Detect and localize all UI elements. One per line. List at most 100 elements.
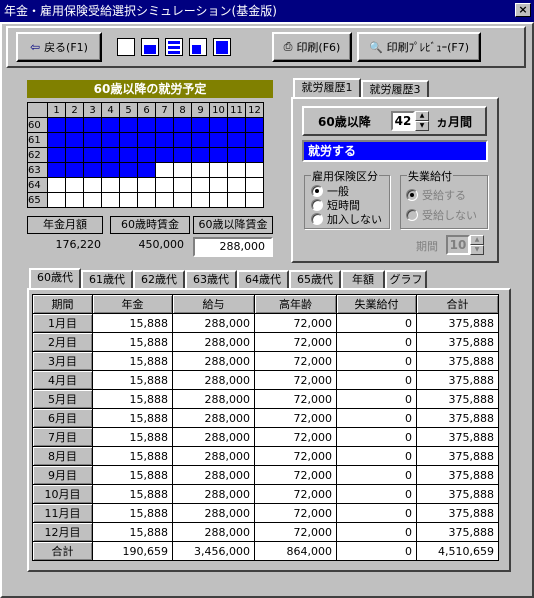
schedule-cell[interactable] bbox=[173, 162, 192, 178]
radio-receive[interactable]: 受給する bbox=[406, 187, 466, 203]
schedule-cell[interactable] bbox=[173, 192, 192, 208]
tab-history-3[interactable]: 就労履歴3 bbox=[361, 80, 429, 98]
schedule-cell[interactable] bbox=[245, 132, 264, 148]
tab-history-1[interactable]: 就労履歴1 bbox=[293, 78, 361, 98]
schedule-cell[interactable] bbox=[191, 162, 210, 178]
schedule-cell[interactable] bbox=[101, 162, 120, 178]
schedule-cell[interactable] bbox=[101, 192, 120, 208]
schedule-cell[interactable] bbox=[47, 132, 66, 148]
months-stepper[interactable]: 42 ▲ ▼ bbox=[391, 111, 429, 131]
schedule-cell[interactable] bbox=[137, 177, 156, 193]
schedule-cell[interactable] bbox=[137, 162, 156, 178]
schedule-cell[interactable] bbox=[209, 177, 228, 193]
period-stepper[interactable]: 10 ▲ ▼ bbox=[446, 235, 484, 255]
tab-result-5[interactable]: 65歳代 bbox=[289, 270, 341, 288]
pattern-bottom-icon[interactable] bbox=[141, 38, 159, 56]
schedule-cell[interactable] bbox=[191, 177, 210, 193]
schedule-cell[interactable] bbox=[245, 147, 264, 163]
schedule-cell[interactable] bbox=[227, 132, 246, 148]
schedule-cell[interactable] bbox=[65, 162, 84, 178]
tab-result-2[interactable]: 62歳代 bbox=[133, 270, 185, 288]
pattern-half-icon[interactable] bbox=[189, 38, 207, 56]
work-status-select[interactable]: 就労する bbox=[302, 140, 488, 162]
schedule-cell[interactable] bbox=[155, 147, 174, 163]
schedule-cell[interactable] bbox=[209, 162, 228, 178]
schedule-cell[interactable] bbox=[227, 117, 246, 133]
schedule-cell[interactable] bbox=[155, 117, 174, 133]
print-button[interactable]: ⎙ 印刷(F6) bbox=[272, 32, 352, 62]
schedule-cell[interactable] bbox=[245, 192, 264, 208]
schedule-cell[interactable] bbox=[137, 117, 156, 133]
schedule-cell[interactable] bbox=[119, 192, 138, 208]
schedule-cell[interactable] bbox=[209, 192, 228, 208]
schedule-cell[interactable] bbox=[155, 177, 174, 193]
pattern-full-icon[interactable] bbox=[213, 38, 231, 56]
schedule-cell[interactable] bbox=[65, 192, 84, 208]
schedule-cell[interactable] bbox=[83, 192, 102, 208]
schedule-cell[interactable] bbox=[227, 177, 246, 193]
schedule-cell[interactable] bbox=[191, 117, 210, 133]
schedule-cell[interactable] bbox=[173, 177, 192, 193]
schedule-cell[interactable] bbox=[209, 132, 228, 148]
schedule-cell[interactable] bbox=[65, 147, 84, 163]
pattern-stripes-icon[interactable] bbox=[165, 38, 183, 56]
up-arrow-icon[interactable]: ▲ bbox=[415, 111, 429, 121]
schedule-cell[interactable] bbox=[191, 132, 210, 148]
schedule-cell[interactable] bbox=[173, 117, 192, 133]
schedule-cell[interactable] bbox=[47, 147, 66, 163]
schedule-cell[interactable] bbox=[245, 117, 264, 133]
months-value[interactable]: 42 bbox=[391, 111, 415, 131]
schedule-cell[interactable] bbox=[173, 147, 192, 163]
schedule-cell[interactable] bbox=[191, 192, 210, 208]
schedule-cell[interactable] bbox=[83, 177, 102, 193]
radio-not-enrolled[interactable]: 加入しない bbox=[311, 211, 382, 227]
pattern-empty-icon[interactable] bbox=[117, 38, 135, 56]
schedule-cell[interactable] bbox=[83, 117, 102, 133]
period-down-icon[interactable]: ▼ bbox=[470, 245, 484, 255]
schedule-cell[interactable] bbox=[47, 177, 66, 193]
schedule-cell[interactable] bbox=[137, 192, 156, 208]
tab-result-4[interactable]: 64歳代 bbox=[237, 270, 289, 288]
tab-result-7[interactable]: グラフ bbox=[385, 270, 427, 288]
schedule-cell[interactable] bbox=[119, 132, 138, 148]
schedule-cell[interactable] bbox=[209, 147, 228, 163]
schedule-cell[interactable] bbox=[65, 132, 84, 148]
schedule-cell[interactable] bbox=[47, 117, 66, 133]
schedule-cell[interactable] bbox=[83, 162, 102, 178]
schedule-cell[interactable] bbox=[137, 147, 156, 163]
close-button[interactable]: × bbox=[515, 3, 531, 17]
schedule-cell[interactable] bbox=[47, 162, 66, 178]
schedule-cell[interactable] bbox=[155, 162, 174, 178]
schedule-cell[interactable] bbox=[227, 162, 246, 178]
schedule-cell[interactable] bbox=[137, 132, 156, 148]
tab-result-6[interactable]: 年額 bbox=[341, 270, 385, 288]
schedule-cell[interactable] bbox=[65, 177, 84, 193]
radio-not-receive[interactable]: 受給しない bbox=[406, 207, 477, 223]
schedule-cell[interactable] bbox=[245, 177, 264, 193]
schedule-cell[interactable] bbox=[101, 132, 120, 148]
tab-result-0[interactable]: 60歳代 bbox=[29, 268, 81, 288]
period-value[interactable]: 10 bbox=[446, 235, 470, 255]
schedule-cell[interactable] bbox=[83, 147, 102, 163]
schedule-cell[interactable] bbox=[101, 177, 120, 193]
down-arrow-icon[interactable]: ▼ bbox=[415, 121, 429, 131]
wage-after-input[interactable]: 288,000 bbox=[193, 237, 273, 257]
tab-result-3[interactable]: 63歳代 bbox=[185, 270, 237, 288]
schedule-cell[interactable] bbox=[101, 117, 120, 133]
schedule-cell[interactable] bbox=[65, 117, 84, 133]
schedule-cell[interactable] bbox=[83, 132, 102, 148]
schedule-cell[interactable] bbox=[245, 162, 264, 178]
schedule-cell[interactable] bbox=[227, 192, 246, 208]
schedule-cell[interactable] bbox=[47, 192, 66, 208]
schedule-grid[interactable]: 1 2 3 4 5 6 7 8 9 10 11 12 60 61 62 63 64 65 bbox=[27, 102, 264, 208]
schedule-cell[interactable] bbox=[209, 117, 228, 133]
tab-result-1[interactable]: 61歳代 bbox=[81, 270, 133, 288]
schedule-cell[interactable] bbox=[101, 147, 120, 163]
back-button[interactable]: ⇦ 戻る(F1) bbox=[16, 32, 102, 62]
schedule-cell[interactable] bbox=[119, 147, 138, 163]
schedule-cell[interactable] bbox=[227, 147, 246, 163]
schedule-cell[interactable] bbox=[119, 162, 138, 178]
period-up-icon[interactable]: ▲ bbox=[470, 235, 484, 245]
schedule-cell[interactable] bbox=[155, 132, 174, 148]
schedule-cell[interactable] bbox=[119, 117, 138, 133]
